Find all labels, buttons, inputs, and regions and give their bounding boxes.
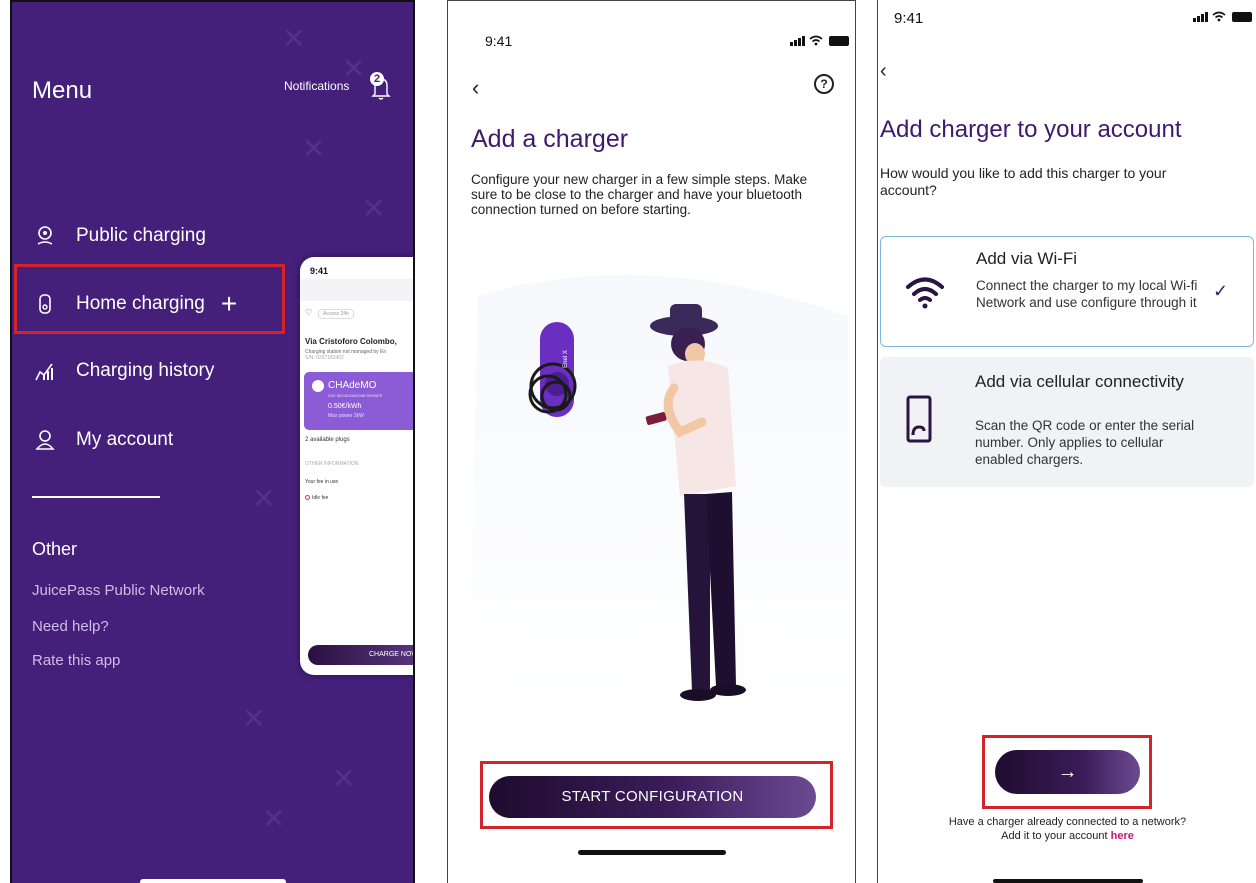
option-description: Connect the charger to my local Wi-fi Ne… <box>976 278 1198 310</box>
home-indicator <box>993 879 1143 883</box>
link-rate-app[interactable]: Rate this app <box>32 652 120 669</box>
option-description: Scan the QR code or enter the serial num… <box>975 418 1195 467</box>
page-description: Configure your new charger in a few simp… <box>471 172 808 217</box>
nav-label: Charging history <box>76 360 215 381</box>
preview-idle-fee: Idle fee <box>312 495 329 501</box>
highlight-box-next-button <box>982 735 1152 809</box>
preview-station-name: Via Cristoforo Colombo, <box>305 337 397 346</box>
charger-brand-label: Enel X <box>562 350 569 368</box>
link-need-help[interactable]: Need help? <box>32 618 109 635</box>
wifi-status-icon <box>809 35 823 46</box>
preview-charge-now-button: CHARGE NOW <box>308 645 413 665</box>
help-icon[interactable]: ? <box>814 74 834 94</box>
footer-here-link[interactable]: here <box>1111 830 1134 842</box>
back-chevron-icon[interactable]: ‹ <box>472 75 479 101</box>
signal-icon <box>790 36 805 46</box>
location-pin-icon <box>34 225 56 247</box>
preview-plug-card: CHAdeMO S/N: 8524510N0248FWIHNFE 0.50€/k… <box>304 372 413 430</box>
menu-title: Menu <box>32 77 93 104</box>
status-time: 9:41 <box>894 10 924 27</box>
user-icon <box>34 429 56 451</box>
preview-serial: S/N: 0297183402 <box>305 355 344 361</box>
selected-check-icon: ✓ <box>1213 281 1229 301</box>
signal-icon <box>1193 12 1208 22</box>
add-charger-panel: 9:41 ‹ ? Add a charger Configure your ne… <box>447 0 856 883</box>
preview-plug-serial: S/N: 8524510N0248FWIHNFE <box>328 393 383 398</box>
highlight-box-home-charging <box>14 264 285 334</box>
page-title: Add charger to your account <box>880 116 1182 143</box>
status-icons <box>790 35 849 46</box>
footer-question: Have a charger already connected to a ne… <box>948 816 1187 828</box>
notifications-label[interactable]: Notifications <box>284 79 349 93</box>
other-section-title: Other <box>32 539 78 559</box>
back-chevron-icon[interactable]: ‹ <box>880 60 887 83</box>
wifi-status-icon <box>1212 11 1226 22</box>
preview-available-plugs: 2 available plugs <box>305 437 350 443</box>
option-add-via-cellular[interactable]: Add via cellular connectivity Scan the Q… <box>880 357 1254 487</box>
idle-fee-icon <box>305 495 310 500</box>
app-preview-phone: 9:41 ♡ Access 24h Via Cristoforo Colombo… <box>300 257 413 675</box>
preview-access-tag: Access 24h <box>318 309 354 319</box>
nav-my-account[interactable]: My account <box>34 429 173 451</box>
status-time: 9:41 <box>485 33 513 49</box>
option-add-via-wifi[interactable]: Add via Wi-Fi Connect the charger to my … <box>880 236 1254 347</box>
menu-divider <box>32 496 160 498</box>
link-juicepass-network[interactable]: JuicePass Public Network <box>32 582 205 599</box>
preview-max-power: Max power 2kW <box>328 413 364 419</box>
page-title: Add a charger <box>471 125 629 153</box>
footer-add-line: Add it to your account here <box>878 830 1256 842</box>
nav-label: My account <box>76 429 174 450</box>
nav-charging-history[interactable]: Charging history <box>34 360 214 382</box>
nav-label: Public charging <box>76 225 206 246</box>
phone-icon <box>906 395 932 450</box>
status-icons <box>1193 11 1252 22</box>
charger-illustration: Enel X <box>448 236 855 716</box>
notification-count-badge: 2 <box>370 72 384 86</box>
footer-add-text: Add it to your account <box>1001 830 1108 842</box>
home-indicator <box>578 850 726 855</box>
notifications-bell-icon[interactable]: 2 <box>368 72 394 102</box>
add-to-account-panel: 9:41 ‹ Add charger to your account How w… <box>877 0 1256 883</box>
option-title: Add via cellular connectivity <box>975 372 1184 391</box>
nav-public-charging[interactable]: Public charging <box>34 225 206 247</box>
option-title: Add via Wi-Fi <box>976 249 1078 268</box>
menu-panel: ✕ ✕ ✕ ✕ ✕ ✕ ✕ ✕ Menu Notifications 2 Pub… <box>10 0 415 883</box>
preview-fee-label: Your fee in use <box>305 479 339 485</box>
wifi-icon <box>905 275 945 314</box>
page-question: How would you like to add this charger t… <box>880 165 1167 198</box>
plug-icon <box>312 380 324 392</box>
preview-plug-type: CHAdeMO <box>328 380 377 391</box>
preview-time: 9:41 <box>310 266 329 276</box>
battery-icon <box>829 36 849 46</box>
home-indicator <box>140 879 286 883</box>
chart-icon <box>34 360 56 382</box>
preview-map <box>300 279 413 301</box>
heart-icon: ♡ <box>305 308 313 317</box>
battery-icon <box>1232 12 1252 22</box>
preview-other-info: OTHER INFORMATION <box>305 461 359 467</box>
highlight-box-start-configuration <box>480 761 833 829</box>
preview-price: 0.50€/kWh <box>328 403 362 410</box>
